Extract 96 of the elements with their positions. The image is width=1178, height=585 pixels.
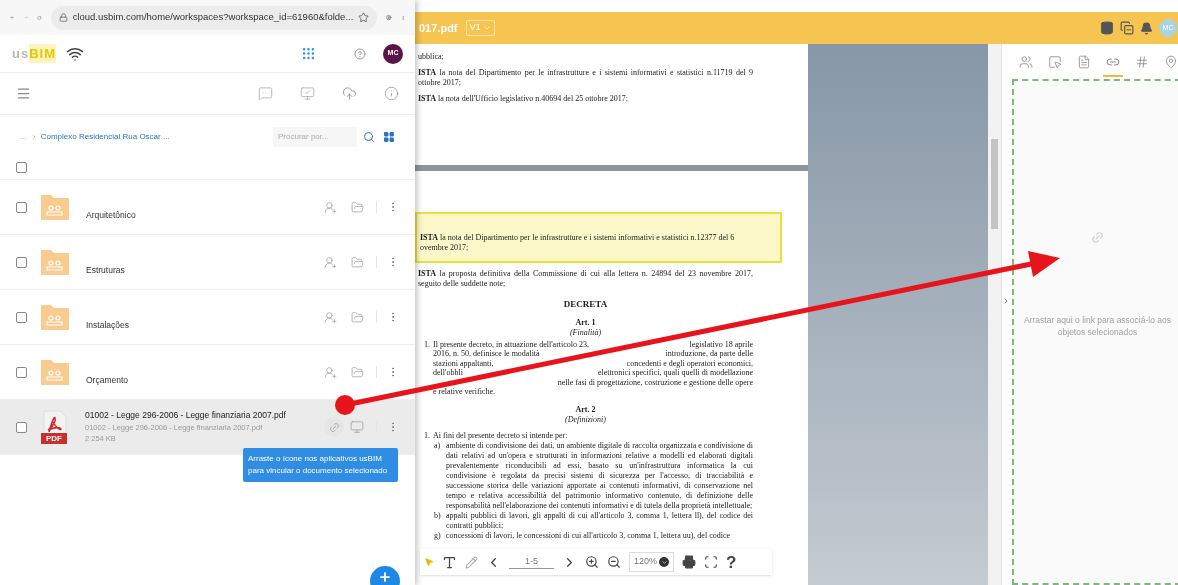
paragraph-fragment: e relative verifiche. <box>433 387 495 397</box>
grid-view-icon[interactable] <box>383 130 395 143</box>
document-paragraph: ISTA la proposta definitiva della Commissione di cui alla lettera n. 24894 del 23 novembre 2017, seguito delle suddette note; <box>418 269 753 289</box>
help-icon[interactable] <box>354 47 366 60</box>
pencil-icon[interactable] <box>465 555 478 569</box>
document-paragraph: ISTA la nota del Dipartimento per le infrastrutture e i sistemi informativi e statistici n.11719 del 9 ottobre 2017; <box>418 68 753 88</box>
folder-icon[interactable] <box>351 255 364 269</box>
checkbox[interactable] <box>16 366 27 378</box>
cursor-icon[interactable] <box>424 557 434 567</box>
file-name[interactable]: 01002 - Legge 296-2006 - Legge finanziaria 2007.pdf <box>85 409 286 423</box>
bell-icon[interactable] <box>1140 21 1153 35</box>
users-icon <box>1019 55 1033 69</box>
pin-icon <box>1164 55 1178 69</box>
add-user-icon[interactable] <box>324 200 337 214</box>
list-letter: g) <box>434 531 442 542</box>
folder-name[interactable]: Arquitetônico <box>86 208 136 222</box>
monitor-icon[interactable] <box>350 420 364 434</box>
page-field[interactable]: 1-5 <box>509 554 554 570</box>
pdf-file-icon: PDF <box>42 410 68 444</box>
plus-icon <box>378 570 392 584</box>
help-button[interactable]: ? <box>726 553 737 571</box>
article-subtitle: (Finalità) <box>568 328 603 338</box>
breadcrumb-link[interactable]: Complexo Residencial Rua Oscar ... <box>40 130 170 143</box>
paragraph-fragment: concedenti e degli operatori economici, <box>626 358 753 369</box>
list-letter: a) <box>434 441 442 453</box>
paragraph-fragment: stazioni appaltanti, <box>433 358 494 369</box>
chat-icon[interactable] <box>258 86 273 101</box>
add-user-icon[interactable] <box>324 255 337 269</box>
paragraph-fragment: Il presente decreto, in attuazione dell'articolo 23, <box>433 340 590 350</box>
folder-icon[interactable] <box>351 200 364 214</box>
highlighted-paragraph: ISTA la nota del Dipartimento per le infrastrutture e i sistemi informativi e statistici n.12377 del 6 ovembre 2017; <box>415 212 782 263</box>
list-letter: b) <box>434 511 442 523</box>
list-text: ambiente di condivisione dei dati, un ambiente digitale di raccolta organizzata e condivisione di dati relativi ad un'opera e strutturati in informazioni relative a modelli ed elaborati digitali prevalentemente riconducibili ad essi, basato su un'infrastruttura informatica la cui condivisione è regolata da precisi sistemi di sicurezza per l'accesso, di tracciabilità e successione storica delle variazioni apportate ai contenuti informativi, di conservazione nel tempo e relativa accessibilità del patrimonio informativo contenuto, di definizione delle responsabilità nell'elaborazione dei contenuti informativi e di tutela della proprietà intellettuale; <box>446 441 753 512</box>
address-bar[interactable]: cloud.usbim.com/home/workspaces?workspace_id=61960&folde... <box>50 5 378 30</box>
folder-name[interactable]: Estruturas <box>86 263 125 277</box>
document-heading: DECRETA <box>562 299 609 309</box>
document-paragraph: ISTA la nota dell'Ufficio legislativo n.40694 del 25 ottobre 2017; <box>418 94 630 104</box>
print-icon[interactable] <box>682 555 697 569</box>
folder-row[interactable]: Estruturas <box>0 235 415 290</box>
collapse-icon[interactable] <box>1002 297 1010 305</box>
list-number: 1. <box>424 431 431 442</box>
article-subtitle: (Definizioni) <box>564 415 607 426</box>
search-icon[interactable] <box>363 130 375 143</box>
paragraph-fragment: nelle fasi di progettazione, costruzione e gestione delle opere <box>557 377 753 388</box>
caret-icon <box>482 24 491 32</box>
add-user-icon[interactable] <box>324 310 337 324</box>
document-title: 017.pdf <box>419 20 458 36</box>
folder-name[interactable]: Instalações <box>86 318 129 332</box>
windows-icon[interactable] <box>1120 21 1134 35</box>
text-tool-icon[interactable] <box>442 554 457 570</box>
paragraph-fragment: legislativo 18 aprile <box>689 340 753 350</box>
fit-screen-icon[interactable] <box>704 555 719 569</box>
scrollbar[interactable] <box>988 44 1001 585</box>
folder-row[interactable]: Instalações <box>0 290 415 345</box>
zoom-field[interactable]: 120% <box>629 552 675 572</box>
list-text: concessioni di lavori, le concessioni di cui all'articolo 3, comma 1, lettera uu), del codice <box>446 531 730 542</box>
link-icon <box>1106 55 1120 69</box>
cloud-upload-icon[interactable] <box>342 86 357 101</box>
drop-zone-hint: Arrastar aqui o link para associá-lo aos objetos selecionados <box>1023 314 1172 338</box>
paragraph-fragment: dell'obbli <box>433 368 463 378</box>
zoom-in-icon[interactable] <box>585 555 599 569</box>
document-icon <box>1077 55 1091 69</box>
presentation-icon[interactable] <box>300 86 315 101</box>
hash-icon <box>1135 55 1149 69</box>
folder-icon[interactable] <box>351 310 364 324</box>
info-icon[interactable] <box>384 86 399 101</box>
tooltip: Arraste o ícone nos aplicativos usBIM para vincular o documento selecionado <box>243 448 398 482</box>
checkbox[interactable] <box>16 161 27 173</box>
list-text: appalti pubblici di lavori, gli appalti di cui all'articolo 3, comma 1, lettera ll), del codice dei contratti pubblici; <box>446 511 753 532</box>
star-icon[interactable] <box>358 12 370 23</box>
cursor-box-icon <box>1048 55 1062 69</box>
paragraph-fragment: introduzione, da parte delle <box>665 349 753 359</box>
menu-icon[interactable] <box>16 86 31 101</box>
article-heading: Art. 2 <box>575 405 596 416</box>
database-icon[interactable] <box>1100 21 1114 35</box>
add-user-icon[interactable] <box>324 365 337 379</box>
folder-row[interactable]: Orçamento <box>0 345 415 400</box>
checkbox[interactable] <box>16 201 27 213</box>
list-text: Ai fini del presente decreto si intende per: <box>433 431 568 442</box>
list-number: 1. <box>424 340 431 351</box>
checkbox[interactable] <box>16 311 27 323</box>
zoom-out-icon[interactable] <box>607 555 621 569</box>
usbim-logo: usBIM <box>12 43 56 64</box>
paragraph-fragment: 2016, n. 50, definisce le modalità <box>433 349 540 359</box>
folder-row[interactable]: Arquitetônico <box>0 180 415 235</box>
document-paragraph: ubblica; <box>418 52 445 62</box>
checkbox[interactable] <box>16 256 27 268</box>
article-heading: Art. 1 <box>575 318 596 328</box>
apps-grid-icon[interactable] <box>301 46 316 61</box>
lock-icon <box>58 13 68 22</box>
paragraph-fragment: elettronici specifici, quali quelli di modellazione <box>597 368 753 378</box>
checkbox[interactable] <box>16 421 27 433</box>
caret-icon <box>660 558 668 566</box>
folder-name[interactable]: Orçamento <box>86 373 129 387</box>
folder-icon[interactable] <box>351 365 364 379</box>
link-drag-button[interactable] <box>324 417 344 437</box>
